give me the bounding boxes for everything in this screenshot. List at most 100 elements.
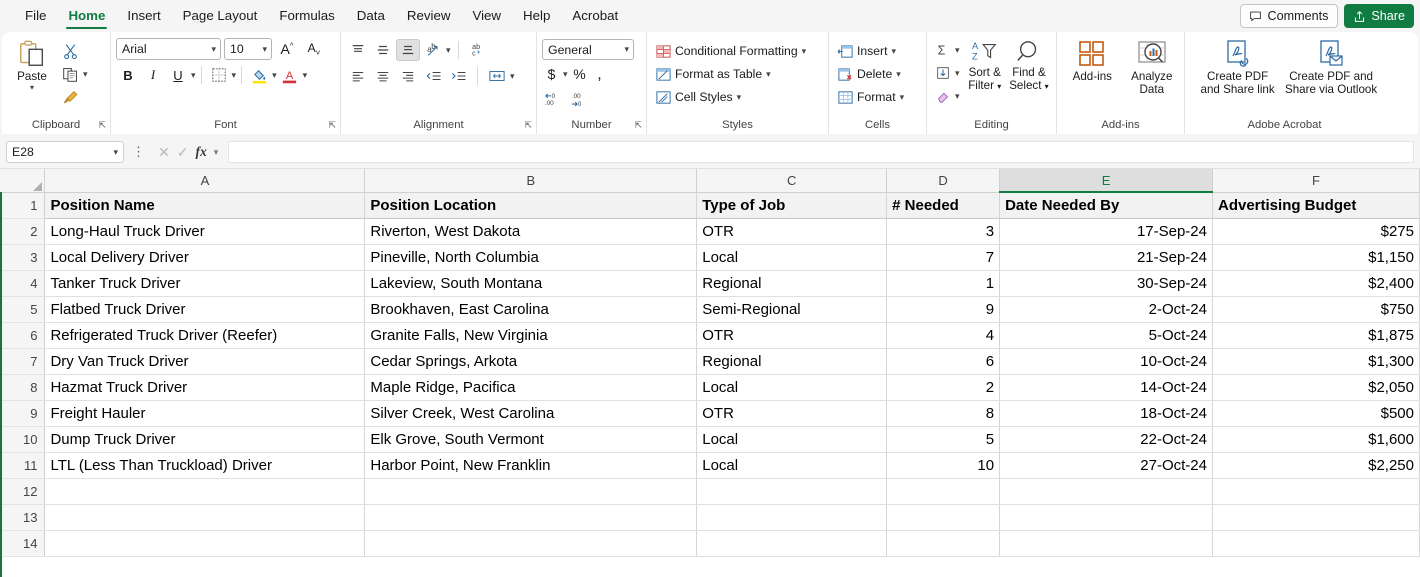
column-header-B[interactable]: B [364,169,698,193]
cell-styles-button[interactable]: Cell Styles ▾ [652,86,809,108]
font-name-combobox[interactable]: Arial ▾ [116,38,221,60]
number-dialog-launcher-icon[interactable]: ⇱ [634,121,642,130]
cell-A2[interactable]: Long-Haul Truck Driver [44,218,366,245]
ribbon-tab-acrobat[interactable]: Acrobat [561,2,629,29]
row-header-2[interactable]: 2 [0,218,46,245]
cell-A12[interactable] [44,478,366,505]
cell-C4[interactable]: Regional [696,270,888,297]
row-header-12[interactable]: 12 [0,478,46,505]
italic-button[interactable]: I [141,64,165,86]
cell-B6[interactable]: Granite Falls, New Virginia [364,322,698,349]
cell-E4[interactable]: 30-Sep-24 [999,270,1213,297]
cell-D13[interactable] [886,504,1001,531]
cell-D6[interactable]: 4 [886,322,1001,349]
cell-B13[interactable] [364,504,698,531]
cell-F13[interactable] [1212,504,1420,531]
cell-E13[interactable] [999,504,1213,531]
cell-F8[interactable]: $2,050 [1212,374,1420,401]
row-header-14[interactable]: 14 [0,530,46,557]
cell-B10[interactable]: Elk Grove, South Vermont [364,426,698,453]
find-and-select-button[interactable]: Find & Select ▾ [1007,36,1051,116]
format-as-table-button[interactable]: Format as Table ▾ [652,63,809,85]
cell-C14[interactable] [696,530,888,557]
cell-B1[interactable]: Position Location [364,192,698,219]
clear-caret-icon[interactable]: ▾ [955,91,960,102]
column-header-E[interactable]: E [999,169,1213,193]
paste-button[interactable]: Paste ▾ [7,36,57,116]
cell-A11[interactable]: LTL (Less Than Truckload) Driver [44,452,366,479]
cell-A6[interactable]: Refrigerated Truck Driver (Reefer) [44,322,366,349]
conditional-formatting-button[interactable]: Conditional Formatting ▾ [652,40,809,62]
create-pdf-and-share-via-outlook-button[interactable]: Create PDF and Share via Outlook [1283,36,1379,116]
ribbon-tab-help[interactable]: Help [512,2,561,29]
cell-F3[interactable]: $1,150 [1212,244,1420,271]
format-cells-button[interactable]: Format ▾ [834,86,907,108]
percent-format-button[interactable]: % [570,63,590,85]
vertical-dots-icon[interactable]: ⋮ [129,144,148,160]
comments-button[interactable]: Comments [1239,4,1339,28]
autosum-button[interactable]: Σ ▾ [932,39,963,61]
cell-F7[interactable]: $1,300 [1212,348,1420,375]
column-header-C[interactable]: C [696,169,888,193]
ribbon-tab-review[interactable]: Review [396,2,462,29]
font-dialog-launcher-icon[interactable]: ⇱ [328,121,336,130]
cell-C2[interactable]: OTR [696,218,888,245]
confirm-check-icon[interactable]: ✓ [177,144,189,161]
cell-F5[interactable]: $750 [1212,296,1420,323]
ribbon-tab-insert[interactable]: Insert [116,2,171,29]
cell-F11[interactable]: $2,250 [1212,452,1420,479]
insert-caret-icon[interactable]: ▾ [891,46,896,57]
cell-C9[interactable]: OTR [696,400,888,427]
cell-C8[interactable]: Local [696,374,888,401]
cell-B8[interactable]: Maple Ridge, Pacifica [364,374,698,401]
cell-B7[interactable]: Cedar Springs, Arkota [364,348,698,375]
cell-C12[interactable] [696,478,888,505]
cell-B11[interactable]: Harbor Point, New Franklin [364,452,698,479]
cell-E11[interactable]: 27-Oct-24 [999,452,1213,479]
row-header-4[interactable]: 4 [0,270,46,297]
underline-caret-icon[interactable]: ▾ [191,70,196,81]
cell-A10[interactable]: Dump Truck Driver [44,426,366,453]
cell-E5[interactable]: 2-Oct-24 [999,296,1213,323]
font-color-caret-icon[interactable]: ▾ [303,70,308,81]
delete-cells-button[interactable]: Delete ▾ [834,63,907,85]
row-header-9[interactable]: 9 [0,400,46,427]
clear-button[interactable]: ▾ [932,85,963,107]
row-header-11[interactable]: 11 [0,452,46,479]
column-header-A[interactable]: A [44,169,366,193]
ribbon-tab-formulas[interactable]: Formulas [268,2,345,29]
font-color-button[interactable]: A [278,64,302,86]
cell-A8[interactable]: Hazmat Truck Driver [44,374,366,401]
cell-E6[interactable]: 5-Oct-24 [999,322,1213,349]
formula-bar-expand-caret-icon[interactable]: ▾ [214,147,219,158]
clipboard-dialog-launcher-icon[interactable]: ⇱ [98,121,106,130]
font-name-caret-icon[interactable]: ▾ [211,44,216,55]
underline-button[interactable]: U [166,64,190,86]
cell-B4[interactable]: Lakeview, South Montana [364,270,698,297]
cell-D12[interactable] [886,478,1001,505]
format-as-table-caret-icon[interactable]: ▾ [766,69,771,80]
number-format-caret-icon[interactable]: ▾ [624,44,629,55]
column-header-F[interactable]: F [1212,169,1420,193]
cell-E7[interactable]: 10-Oct-24 [999,348,1213,375]
analyze-data-button[interactable]: Analyze Data [1125,36,1179,116]
decrease-decimal-button[interactable]: 0 .00 [542,88,564,110]
cell-F6[interactable]: $1,875 [1212,322,1420,349]
cell-F1[interactable]: Advertising Budget [1212,192,1420,219]
cell-E1[interactable]: Date Needed By [999,192,1213,219]
cell-F12[interactable] [1212,478,1420,505]
cell-E10[interactable]: 22-Oct-24 [999,426,1213,453]
cell-C3[interactable]: Local [696,244,888,271]
alignment-dialog-launcher-icon[interactable]: ⇱ [524,121,532,130]
cut-button[interactable] [59,40,91,62]
cell-B9[interactable]: Silver Creek, West Carolina [364,400,698,427]
row-header-3[interactable]: 3 [0,244,46,271]
cell-B3[interactable]: Pineville, North Columbia [364,244,698,271]
row-header-7[interactable]: 7 [0,348,46,375]
insert-function-fx-icon[interactable]: fx [195,144,206,160]
cell-B14[interactable] [364,530,698,557]
formula-input[interactable] [228,141,1414,163]
text-orientation-button[interactable]: a b [421,39,445,61]
row-header-1[interactable]: 1 [0,192,46,219]
cell-D1[interactable]: # Needed [886,192,1001,219]
